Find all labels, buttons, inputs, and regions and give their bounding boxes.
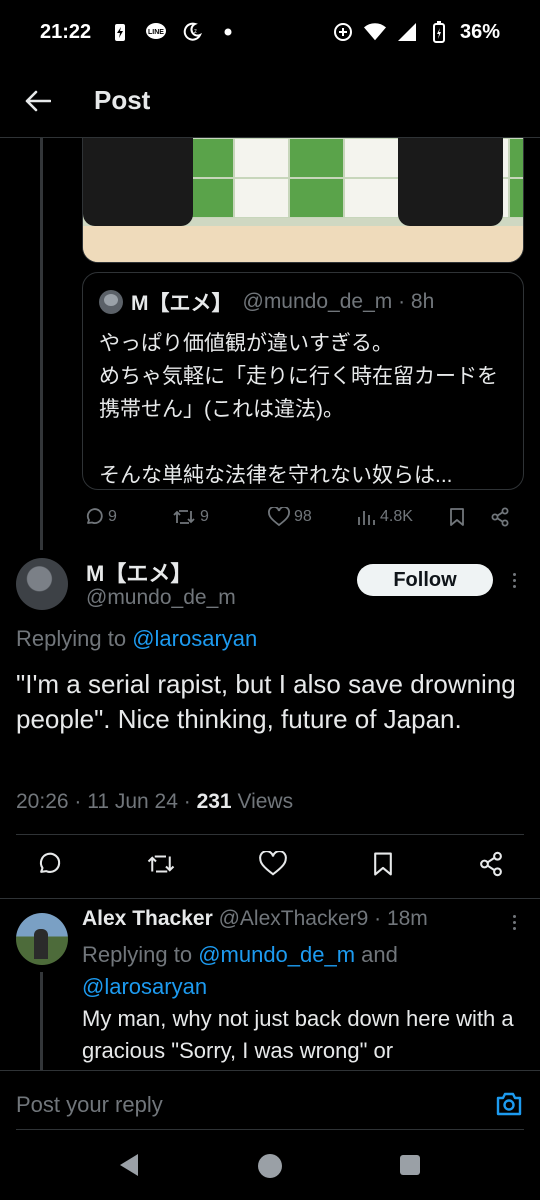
like-count: 98 <box>294 508 312 525</box>
views-icon <box>358 511 375 525</box>
quoted-name: M【エメ】 <box>131 292 233 315</box>
views-button[interactable]: 4.8K <box>356 508 413 526</box>
mention-link[interactable]: @larosaryan <box>82 974 207 999</box>
thread-connector-line <box>40 138 43 550</box>
post-timestamp: 20:26 · 11 Jun 24 · <box>16 790 197 813</box>
repost-icon <box>147 855 174 872</box>
like-button[interactable] <box>259 849 287 882</box>
quoted-post[interactable]: M【エメ】 @mundo_de_m · 8h やっぱり価値観が違いすぎる。 めち… <box>82 272 524 490</box>
post-metadata: 20:26 · 11 Jun 24 · 231 Views <box>16 790 293 814</box>
reply-count: 9 <box>108 508 117 525</box>
bookmark-button[interactable] <box>371 851 395 882</box>
post-views-count: 231 <box>196 790 232 813</box>
mention-link[interactable]: @mundo_de_m <box>198 942 355 967</box>
quoted-handle: @mundo_de_m · 8h <box>242 290 435 313</box>
reply-input[interactable]: Post your reply <box>16 1092 163 1118</box>
parent-post-actions: 9 9 98 4.8K <box>82 500 522 534</box>
reply-author-avatar[interactable] <box>16 913 68 965</box>
follow-button[interactable]: Follow <box>357 564 493 596</box>
share-button[interactable] <box>490 507 510 527</box>
quoted-avatar <box>99 290 123 314</box>
divider <box>0 898 540 899</box>
back-button[interactable] <box>8 71 68 131</box>
divider <box>16 1129 524 1130</box>
charging-icon <box>109 21 131 43</box>
quoted-text: やっぱり価値観が違いすぎる。 めちゃ気軽に「走りに行く時在留カードを携帯せん」(… <box>99 332 498 487</box>
heart-icon <box>259 849 287 875</box>
share-button[interactable] <box>478 851 504 882</box>
person-left <box>83 138 193 226</box>
svg-text:LINE: LINE <box>148 29 164 36</box>
author-name[interactable]: M【エメ】 <box>86 556 192 588</box>
battery-icon <box>428 21 450 43</box>
share-icon <box>480 851 502 876</box>
arrow-left-icon <box>25 90 51 111</box>
repost-button[interactable]: 9 <box>172 508 209 526</box>
dot-icon <box>217 21 239 43</box>
post-text: "I'm a serial rapist, but I also save dr… <box>16 669 516 734</box>
share-icon <box>491 507 509 527</box>
desk <box>83 226 523 262</box>
camera-icon <box>496 1092 522 1116</box>
reply-composer: Post your reply <box>0 1070 540 1132</box>
signal-icon <box>396 21 418 43</box>
status-bar: 21:22 LINE z 36% <box>0 0 540 64</box>
reply-button[interactable] <box>36 851 62 882</box>
reply-text: My man, why not just back down here with… <box>82 1006 514 1063</box>
system-nav-bar <box>0 1132 540 1200</box>
top-app-bar: Post <box>0 64 540 138</box>
reply-icon <box>86 508 103 524</box>
battery-percent: 36% <box>459 20 500 43</box>
reply-author-handle[interactable]: @AlexThacker9 · 18m <box>213 907 428 930</box>
thread-connector-line <box>40 972 43 1072</box>
bookmark-icon <box>373 852 392 875</box>
nav-back-icon[interactable] <box>118 1152 140 1178</box>
nav-home-icon[interactable] <box>258 1154 282 1178</box>
reply-header: Alex Thacker @AlexThacker9 · 18m <box>82 907 428 931</box>
reply-icon <box>39 852 61 873</box>
heart-icon <box>268 507 290 527</box>
like-button[interactable]: 98 <box>268 507 312 527</box>
replying-to: Replying to @larosaryan <box>16 626 258 651</box>
bookmark-button[interactable] <box>448 507 466 527</box>
author-handle[interactable]: @mundo_de_m <box>86 586 236 610</box>
nav-recents-icon[interactable] <box>400 1155 420 1175</box>
person-right <box>398 138 503 226</box>
reply-author-name[interactable]: Alex Thacker <box>82 907 213 930</box>
more-options-icon[interactable] <box>504 566 524 594</box>
data-saver-icon <box>332 21 354 43</box>
wifi-icon <box>363 21 386 43</box>
mention-link[interactable]: @larosaryan <box>132 626 257 651</box>
repost-button[interactable] <box>146 852 176 881</box>
post-actions <box>36 848 504 884</box>
author-avatar[interactable] <box>16 558 68 610</box>
do-not-disturb-icon: z <box>181 21 203 43</box>
page-title: Post <box>94 85 151 115</box>
post-views-label: Views <box>231 790 294 813</box>
reply-replying-to: Replying to @mundo_de_m and @larosaryan <box>82 942 398 999</box>
svg-text:z: z <box>194 29 197 35</box>
divider <box>16 834 524 835</box>
views-count: 4.8K <box>380 508 413 525</box>
repost-count: 9 <box>200 508 209 525</box>
status-time: 21:22 <box>40 20 92 43</box>
line-icon: LINE <box>145 21 167 43</box>
reply-button[interactable]: 9 <box>84 507 117 527</box>
bookmark-icon <box>450 508 464 526</box>
more-options-icon[interactable] <box>504 908 524 936</box>
repost-icon <box>173 510 195 524</box>
post-media-image[interactable] <box>82 138 524 263</box>
camera-button[interactable] <box>494 1089 524 1119</box>
